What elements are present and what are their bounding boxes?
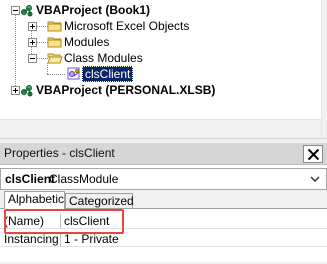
close-icon (307, 148, 320, 161)
expand-icon[interactable] (11, 86, 20, 95)
vba-project-icon (20, 83, 34, 100)
folder-icon (47, 35, 63, 52)
folder-open-icon (47, 51, 63, 68)
folder-icon (47, 19, 63, 36)
tree-item-clsclient[interactable]: clsClient (82, 66, 134, 82)
properties-tab-strip: Alphabetic Categorized (0, 190, 327, 209)
close-button[interactable] (303, 145, 323, 163)
highlight-annotation-box (4, 209, 124, 234)
tree-item-modules[interactable]: Modules (64, 35, 109, 49)
expand-icon[interactable] (28, 22, 37, 31)
properties-title: Properties - clsClient (4, 146, 115, 160)
expand-icon[interactable] (28, 38, 37, 47)
tab-alphabetic[interactable]: Alphabetic (4, 191, 65, 209)
horizontal-scrollbar[interactable] (0, 119, 321, 138)
tree-item-vbaproject-book1[interactable]: VBAProject (Book1) (36, 3, 150, 17)
tab-categorized[interactable]: Categorized (65, 193, 134, 209)
tree-connector (47, 74, 65, 75)
object-name: clsClient (5, 172, 56, 186)
property-name: Instancing (4, 232, 61, 246)
object-type: ClassModule (49, 172, 119, 186)
properties-title-bar: Properties - clsClient (0, 143, 327, 165)
chevron-down-icon (310, 176, 320, 183)
class-module-icon (66, 66, 82, 84)
collapse-icon[interactable] (11, 6, 20, 15)
collapse-icon[interactable] (28, 54, 37, 63)
project-explorer-tree[interactable]: VBAProject (Book1) Microsoft Excel Objec… (0, 0, 321, 138)
tree-item-microsoft-excel-objects[interactable]: Microsoft Excel Objects (64, 19, 189, 33)
tree-item-class-modules[interactable]: Class Modules (64, 51, 143, 65)
vertical-scrollbar[interactable] (321, 0, 327, 138)
property-value[interactable]: 1 - Private (64, 232, 119, 246)
tree-connector (15, 12, 16, 92)
object-selector-dropdown[interactable]: clsClient ClassModule (0, 168, 327, 190)
vba-project-icon (20, 3, 34, 20)
tree-item-vbaproject-personal[interactable]: VBAProject (PERSONAL.XLSB) (36, 83, 215, 97)
